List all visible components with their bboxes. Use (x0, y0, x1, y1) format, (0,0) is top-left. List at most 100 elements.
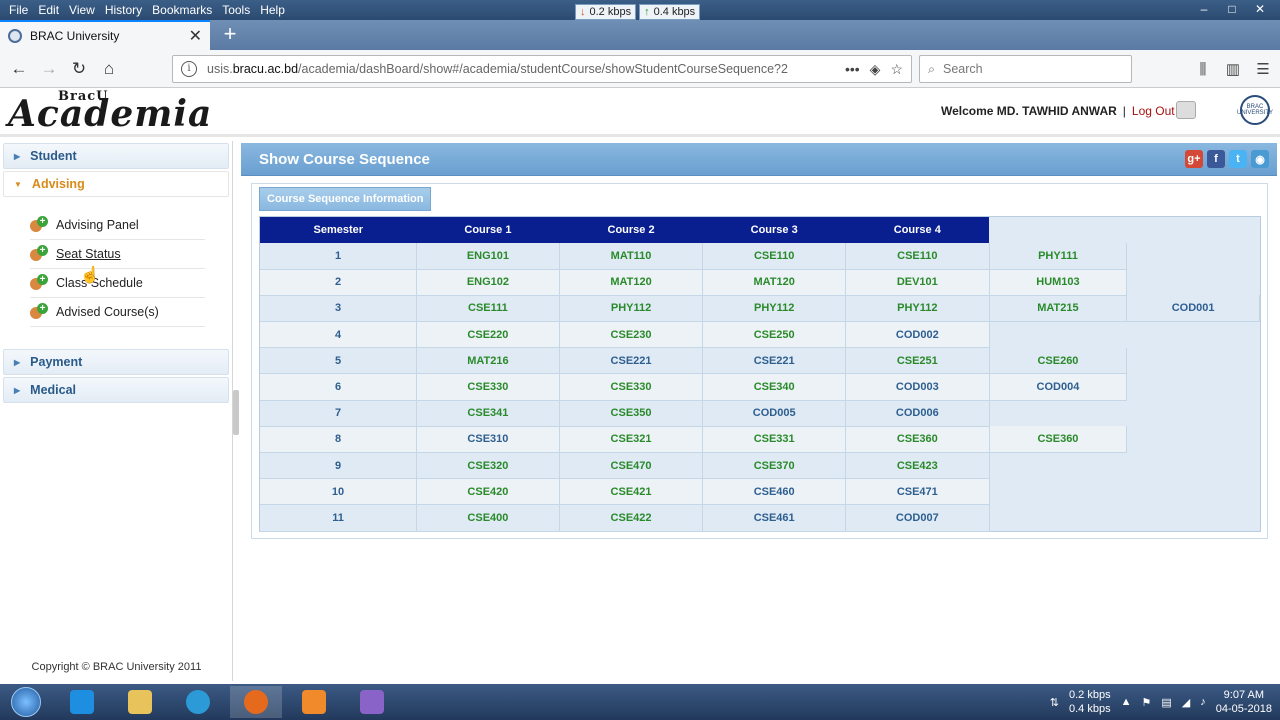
pocket-icon[interactable]: ◈ (870, 61, 881, 78)
menu-file[interactable]: File (4, 0, 33, 20)
volume-icon[interactable]: ♪ (1200, 696, 1206, 708)
extra-course-cell: HUM103 (989, 269, 1128, 296)
reload-icon[interactable]: ↻ (64, 54, 94, 84)
academia-logo[interactable]: BracU Academia (8, 89, 212, 135)
home-icon[interactable]: ⌂ (94, 54, 124, 84)
folder-icon (128, 690, 152, 714)
up-arrow-icon: ↑ (644, 6, 650, 18)
semester-cell: 5 (260, 347, 418, 375)
course-cell: CSE423 (845, 452, 990, 480)
page-header: BracU Academia Welcome MD. TAWHID ANWAR … (0, 89, 1280, 135)
user-add-icon: + (30, 216, 48, 234)
sidebar-item-class-schedule[interactable]: + Class Schedule (30, 269, 205, 298)
table-header-row: Semester Course 1 Course 2 Course 3 Cour… (260, 217, 1260, 243)
user-card-icon[interactable] (1176, 101, 1196, 119)
seal-text: BRAC UNIVERSITY (1237, 104, 1274, 116)
course-cell: CSE350 (559, 400, 704, 427)
sidebar-section-payment[interactable]: ▶ Payment (3, 349, 229, 375)
tray-net-speed: 0.2 kbps 0.4 kbps (1069, 688, 1111, 716)
course-cell: COD005 (702, 400, 846, 427)
empty-cell (989, 479, 1127, 505)
bookmark-star-icon[interactable]: ☆ (890, 61, 903, 78)
course-sequence-info-button[interactable]: Course Sequence Information (259, 187, 432, 211)
taskbar-explorer[interactable] (114, 686, 166, 718)
logout-link[interactable]: Log Out (1132, 104, 1175, 118)
course-cell: CSE221 (702, 347, 846, 375)
browser-menubar: File Edit View History Bookmarks Tools Help ↓ 0… (0, 0, 1280, 20)
table-row: 2 ENG102 MAT120 MAT120 DEV101 HUM103 (260, 269, 1260, 296)
start-button[interactable] (0, 686, 52, 718)
sidebar-item-seat-status[interactable]: + Seat Status (30, 240, 205, 269)
taskbar-ie[interactable] (56, 686, 108, 718)
taskbar-hp[interactable] (172, 686, 224, 718)
share-icon[interactable]: ◉ (1251, 150, 1269, 168)
empty-cell (1127, 426, 1260, 452)
empty-cell (1127, 348, 1260, 374)
taskbar-firefox[interactable] (230, 686, 282, 718)
section-label: Student (30, 149, 77, 163)
new-tab-icon[interactable]: + (218, 23, 242, 47)
show-hidden-icons[interactable]: ▲ (1121, 696, 1132, 708)
menu-view[interactable]: View (64, 0, 100, 20)
url-text[interactable]: usis.bracu.ac.bd/academia/dashBoard/show… (207, 62, 835, 76)
advising-submenu: + Advising Panel + Seat Status + Class Sche… (0, 199, 232, 335)
menu-history[interactable]: History (100, 0, 147, 20)
close-tab-icon[interactable]: ✕ (189, 26, 202, 46)
menu-bookmarks[interactable]: Bookmarks (147, 0, 217, 20)
sidebar-section-advising[interactable]: ▼ Advising (3, 171, 229, 197)
semester-cell: 1 (260, 243, 418, 270)
table-row: 6 CSE330 CSE330 CSE340 COD003 COD004 (260, 373, 1260, 401)
back-icon[interactable]: ← (4, 54, 34, 84)
url-bar[interactable]: i usis.bracu.ac.bd/academia/dashBoard/sh… (172, 55, 912, 83)
network-icon[interactable]: ◢ (1182, 696, 1190, 709)
sidebar-scrollbar[interactable] (233, 390, 239, 435)
twitter-icon[interactable]: t (1229, 150, 1247, 168)
facebook-icon[interactable]: f (1207, 150, 1225, 168)
sidebar-toggle-icon[interactable]: ▥ (1222, 55, 1244, 83)
maximize-icon[interactable]: □ (1220, 1, 1244, 17)
library-icon[interactable]: ⫼ (1192, 55, 1214, 83)
social-icons: g+ f t ◉ (1185, 150, 1269, 168)
taskbar-visualstudio[interactable] (346, 686, 398, 718)
course-cell: CSE340 (702, 373, 846, 401)
empty-cell (1127, 400, 1260, 426)
menu-edit[interactable]: Edit (33, 0, 64, 20)
menu-tools[interactable]: Tools (217, 0, 255, 20)
triangle-right-icon: ▶ (14, 151, 21, 161)
tab-brac-university[interactable]: BRAC University ✕ (0, 20, 210, 50)
menu-icon[interactable]: ☰ (1252, 55, 1274, 83)
google-plus-icon[interactable]: g+ (1185, 150, 1203, 168)
tray-app-icon[interactable]: ⚑ (1141, 696, 1151, 709)
menu-help[interactable]: Help (255, 0, 290, 20)
semester-cell: 9 (260, 452, 418, 480)
sidebar-item-advising-panel[interactable]: + Advising Panel (30, 211, 205, 240)
course-cell: CSE331 (702, 426, 846, 454)
semester-cell: 10 (260, 478, 418, 506)
user-add-icon: + (30, 303, 48, 321)
sidebar-item-advised-courses[interactable]: + Advised Course(s) (30, 298, 205, 327)
clock[interactable]: 9:07 AM 04-05-2018 (1216, 688, 1272, 716)
course-cell: CSE360 (845, 426, 990, 454)
tray-app2-icon[interactable]: ▤ (1161, 696, 1171, 709)
section-label: Medical (30, 383, 77, 397)
course-sequence-table: Semester Course 1 Course 2 Course 3 Cour… (260, 217, 1260, 532)
taskbar-media[interactable] (288, 686, 340, 718)
search-input[interactable]: ⌕ Search (919, 55, 1132, 83)
forward-icon[interactable]: → (34, 54, 64, 84)
course-cell: CSE400 (416, 504, 560, 532)
empty-cell (1127, 322, 1260, 348)
triangle-down-icon: ▼ (14, 179, 22, 189)
course-cell: CSE370 (702, 452, 846, 480)
info-icon[interactable]: i (181, 61, 197, 77)
sidebar-section-student[interactable]: ▶ Student (3, 143, 229, 169)
minimize-icon[interactable]: – (1192, 1, 1216, 17)
info-button-label: Course Sequence Information (267, 193, 424, 205)
close-window-icon[interactable]: ✕ (1248, 1, 1272, 17)
course-cell: CSE221 (559, 347, 704, 375)
empty-header (989, 217, 1127, 243)
sidebar-section-medical[interactable]: ▶ Medical (3, 377, 229, 403)
net-up-meter: ↑ 0.4 kbps (639, 4, 701, 20)
more-icon[interactable]: ••• (845, 61, 860, 77)
logo-bracu: BracU (58, 89, 109, 104)
empty-cell (1127, 243, 1260, 269)
